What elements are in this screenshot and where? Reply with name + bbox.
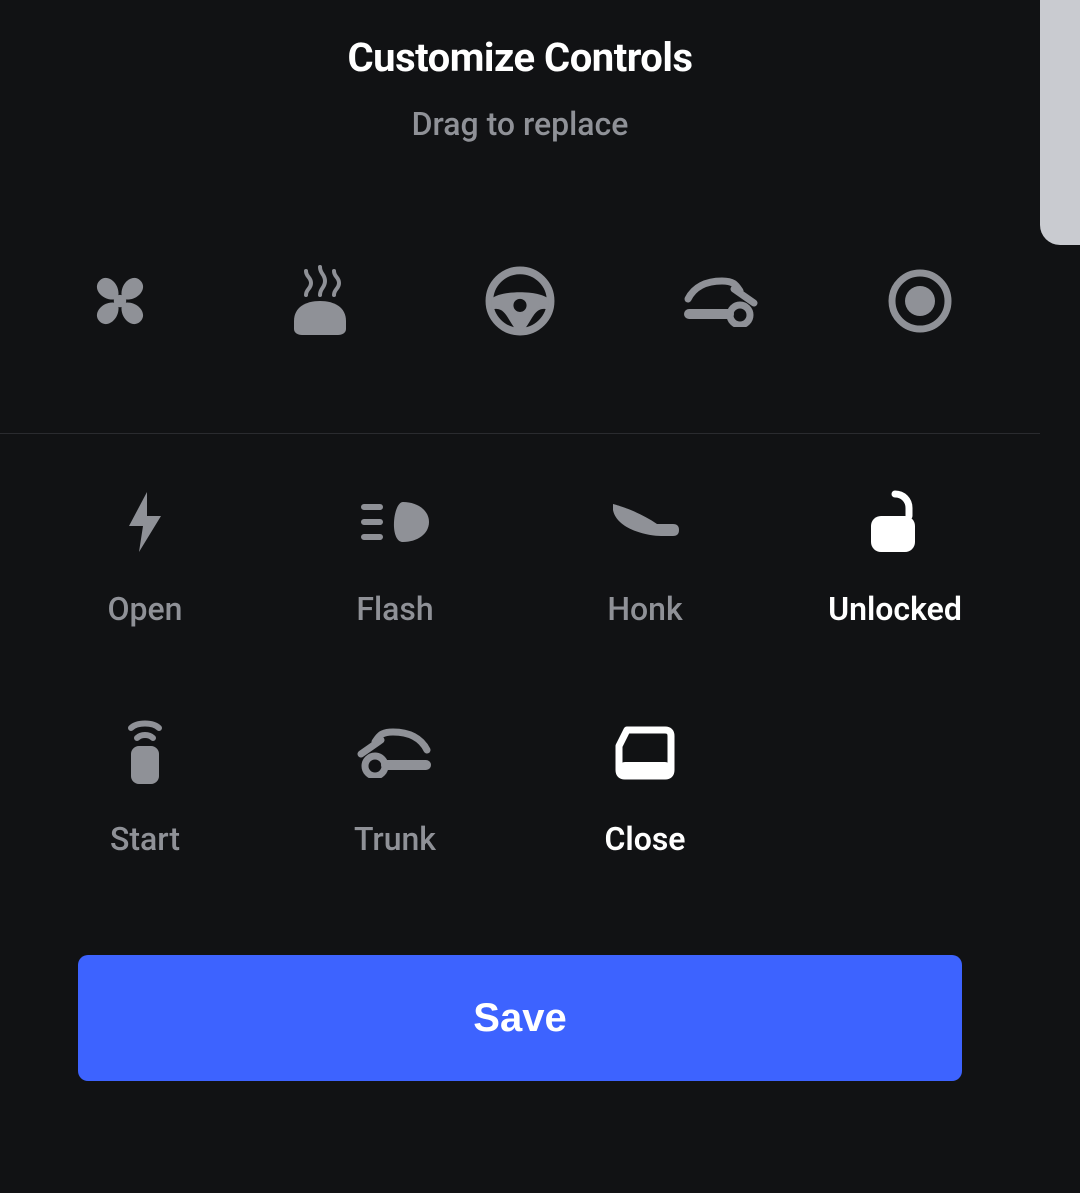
remote-start-icon [123,718,167,790]
control-label: Start [110,820,180,858]
control-honk[interactable]: Honk [520,494,770,674]
horn-icon [609,500,681,548]
steering-wheel-icon [485,266,555,340]
slot-record[interactable] [870,253,970,353]
trunk-icon [357,726,433,782]
slot-steering-wheel[interactable] [470,253,570,353]
frunk-icon [682,275,758,331]
control-label: Open [108,590,183,628]
slot-frunk[interactable] [670,253,770,353]
customize-controls-panel: Customize Controls Drag to replace [0,0,1040,1193]
slot-fan[interactable] [70,253,170,353]
control-label: Honk [607,590,682,628]
slot-seat-heat[interactable] [270,253,370,353]
seat-heat-icon [287,265,353,341]
control-label: Close [604,820,685,858]
headlights-icon [359,498,431,550]
control-flash[interactable]: Flash [270,494,520,674]
fan-icon [87,268,153,338]
charge-port-icon [125,490,165,558]
control-label: Flash [356,590,433,628]
control-open[interactable]: Open [20,494,270,674]
control-close[interactable]: Close [520,724,770,904]
available-controls-grid: Open Flash [0,434,1040,904]
current-controls-row [0,243,1040,363]
scrollbar-thumb[interactable] [1040,0,1080,245]
control-label: Trunk [354,820,436,858]
unlock-icon [865,490,925,558]
page-title: Customize Controls [0,34,1040,81]
record-icon [888,269,952,337]
control-start[interactable]: Start [20,724,270,904]
control-label: Unlocked [828,590,962,628]
window-icon [615,724,675,784]
control-unlocked[interactable]: Unlocked [770,494,1020,674]
control-trunk[interactable]: Trunk [270,724,520,904]
save-button[interactable]: Save [78,955,962,1081]
page-subtitle: Drag to replace [0,105,1040,143]
header: Customize Controls Drag to replace [0,0,1040,143]
